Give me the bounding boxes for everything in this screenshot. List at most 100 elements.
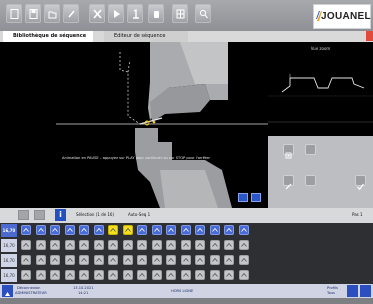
sequence-row[interactable]: 16,70	[0, 224, 250, 237]
bend-step-cell[interactable]	[35, 240, 46, 250]
bend-step-cell[interactable]	[64, 240, 75, 250]
play-icon[interactable]	[108, 4, 124, 23]
bend-step-cell[interactable]	[209, 255, 220, 265]
bend-step-cell[interactable]	[137, 270, 147, 280]
bend-step-cell[interactable]	[35, 270, 46, 280]
bend-step-cell[interactable]	[137, 225, 147, 235]
bend-step-cell[interactable]	[21, 270, 31, 280]
bend-step-cell[interactable]	[79, 240, 89, 250]
bend-step-cell[interactable]	[166, 255, 176, 265]
bend-step-cell[interactable]	[195, 225, 205, 235]
bend-step-cell[interactable]	[108, 225, 118, 235]
bend-step-cell[interactable]	[108, 255, 118, 265]
sequence-row[interactable]: 16,70	[0, 254, 250, 267]
bend-step-cell[interactable]	[209, 225, 220, 235]
tab-sequence-library[interactable]: Bibliothèque de séquence	[3, 31, 93, 42]
bending-simulation-view[interactable]: Animation en PAUSE – appuyez sur PLAY po…	[0, 42, 268, 208]
bend-step-cell[interactable]	[108, 270, 118, 280]
logout-button[interactable]	[2, 285, 13, 297]
bend-step-cell[interactable]	[180, 270, 191, 280]
hand-icon[interactable]	[148, 4, 164, 23]
table-icon[interactable]	[172, 4, 188, 23]
bend-step-cell[interactable]	[224, 240, 234, 250]
bend-step-cell[interactable]	[122, 240, 133, 250]
file-icon[interactable]	[6, 4, 22, 23]
bend-step-cell[interactable]	[64, 255, 75, 265]
save-icon[interactable]	[25, 4, 41, 23]
view-option-4-button[interactable]	[305, 175, 316, 186]
view-option-2-button[interactable]	[305, 144, 316, 155]
view-option-1-button[interactable]	[283, 144, 294, 159]
bend-step-cell[interactable]	[79, 270, 89, 280]
bend-step-cell[interactable]	[151, 270, 162, 280]
close-button[interactable]	[366, 31, 373, 41]
profile-menu-button[interactable]	[347, 285, 358, 297]
bend-step-cell[interactable]	[64, 270, 75, 280]
bend-step-cell[interactable]	[195, 255, 205, 265]
bend-step-cell[interactable]	[238, 270, 249, 280]
program-name: Auto-Seq 1	[128, 212, 151, 217]
bend-step-cell[interactable]	[122, 255, 133, 265]
bend-step-cell[interactable]	[50, 270, 60, 280]
bend-step-cell[interactable]	[151, 240, 162, 250]
bend-step-cell[interactable]	[166, 270, 176, 280]
zoom-icon[interactable]	[195, 4, 211, 23]
bend-step-cell[interactable]	[50, 225, 60, 235]
bend-step-cell[interactable]	[180, 225, 191, 235]
edit-icon[interactable]	[63, 4, 79, 23]
view-reset-button[interactable]	[251, 193, 261, 202]
view-settings-button[interactable]	[238, 193, 248, 202]
bend-step-cell[interactable]	[195, 240, 205, 250]
bend-step-cell[interactable]	[151, 255, 162, 265]
bend-step-cell[interactable]	[209, 240, 220, 250]
bend-step-cell[interactable]	[180, 255, 191, 265]
bend-step-cell[interactable]	[50, 240, 60, 250]
bend-step-cell[interactable]	[137, 255, 147, 265]
bend-step-cell[interactable]	[224, 225, 234, 235]
bend-step-cell[interactable]	[180, 240, 191, 250]
bend-step-cell[interactable]	[238, 255, 249, 265]
bend-step-cell[interactable]	[151, 225, 162, 235]
bend-step-cell[interactable]	[166, 240, 176, 250]
bend-step-cell[interactable]	[93, 270, 104, 280]
bend-step-cell[interactable]	[195, 270, 205, 280]
bend-step-cell[interactable]	[93, 225, 104, 235]
settings-button[interactable]	[360, 285, 371, 297]
step-icon[interactable]	[127, 4, 143, 23]
sequence-row[interactable]: 16,70	[0, 269, 250, 282]
bend-step-cell[interactable]	[35, 255, 46, 265]
bend-step-cell[interactable]	[21, 255, 31, 265]
bend-step-cell[interactable]	[50, 255, 60, 265]
bend-step-cell[interactable]	[122, 225, 133, 235]
bend-step-cell[interactable]	[166, 225, 176, 235]
bend-step-cell[interactable]	[93, 255, 104, 265]
bend-step-cell[interactable]	[79, 225, 89, 235]
time-text: 14:21	[78, 291, 89, 295]
bend-step-cell[interactable]	[35, 225, 46, 235]
bend-step-cell[interactable]	[238, 225, 249, 235]
tab-sequence-editor[interactable]: Editeur de séquence	[104, 31, 188, 42]
confirm-check-button[interactable]	[355, 175, 366, 191]
bend-step-cell[interactable]	[64, 225, 75, 235]
bend-step-cell[interactable]	[238, 240, 249, 250]
bend-step-cell[interactable]	[122, 270, 133, 280]
move-up-button[interactable]	[18, 210, 29, 220]
brand-name: JOUANEL	[321, 11, 371, 22]
bend-step-cell[interactable]	[21, 225, 31, 235]
bend-step-cell[interactable]	[108, 240, 118, 250]
bend-step-cell[interactable]	[93, 240, 104, 250]
user-role: ADMINISTRATEUR	[15, 291, 47, 295]
bend-step-cell[interactable]	[224, 255, 234, 265]
brand-logo: JOUANEL	[313, 4, 371, 29]
bend-step-cell[interactable]	[21, 240, 31, 250]
view-option-3-button[interactable]	[283, 175, 294, 190]
bend-step-cell[interactable]	[137, 240, 147, 250]
bend-step-cell[interactable]	[224, 270, 234, 280]
move-down-button[interactable]	[34, 210, 45, 220]
bend-step-cell[interactable]	[79, 255, 89, 265]
info-icon[interactable]: i	[55, 209, 66, 221]
delete-icon[interactable]	[89, 4, 105, 23]
folder-icon[interactable]	[44, 4, 60, 23]
sequence-row[interactable]: 16,70	[0, 239, 250, 252]
bend-step-cell[interactable]	[209, 270, 220, 280]
